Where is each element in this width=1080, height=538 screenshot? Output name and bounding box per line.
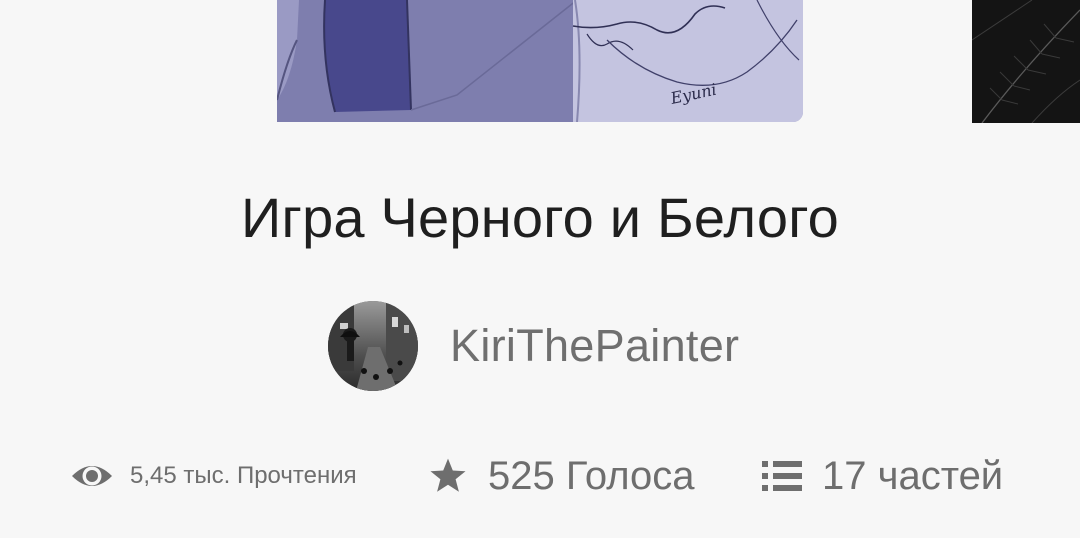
next-story-cover-image[interactable] bbox=[972, 0, 1080, 123]
avatar-image bbox=[328, 301, 418, 391]
leaf-pattern-artwork bbox=[972, 0, 1080, 123]
story-title: Игра Черного и Белого bbox=[241, 186, 839, 249]
story-details-page: Eyuni Игра Черного и Белого KiriThePaint… bbox=[0, 0, 1080, 538]
votes-stat: 525 Голоса bbox=[428, 448, 694, 504]
reads-stat: 5,45 тыс. Прочтения bbox=[70, 448, 357, 504]
votes-count: 525 Голоса bbox=[488, 453, 695, 498]
author-name[interactable]: KiriThePainter bbox=[450, 320, 739, 372]
star-icon bbox=[428, 457, 468, 495]
author-link[interactable]: KiriThePainter bbox=[328, 300, 739, 392]
story-cover-image[interactable]: Eyuni bbox=[277, 0, 803, 122]
eye-icon bbox=[70, 461, 114, 491]
parts-count[interactable]: 17 частей bbox=[822, 454, 1003, 499]
author-avatar[interactable] bbox=[328, 301, 418, 391]
cover-artwork: Eyuni bbox=[277, 0, 803, 122]
parts-stat[interactable]: 17 частей bbox=[762, 448, 1003, 504]
list-icon bbox=[762, 459, 802, 493]
reads-count: 5,45 тыс. Прочтения bbox=[130, 462, 357, 489]
